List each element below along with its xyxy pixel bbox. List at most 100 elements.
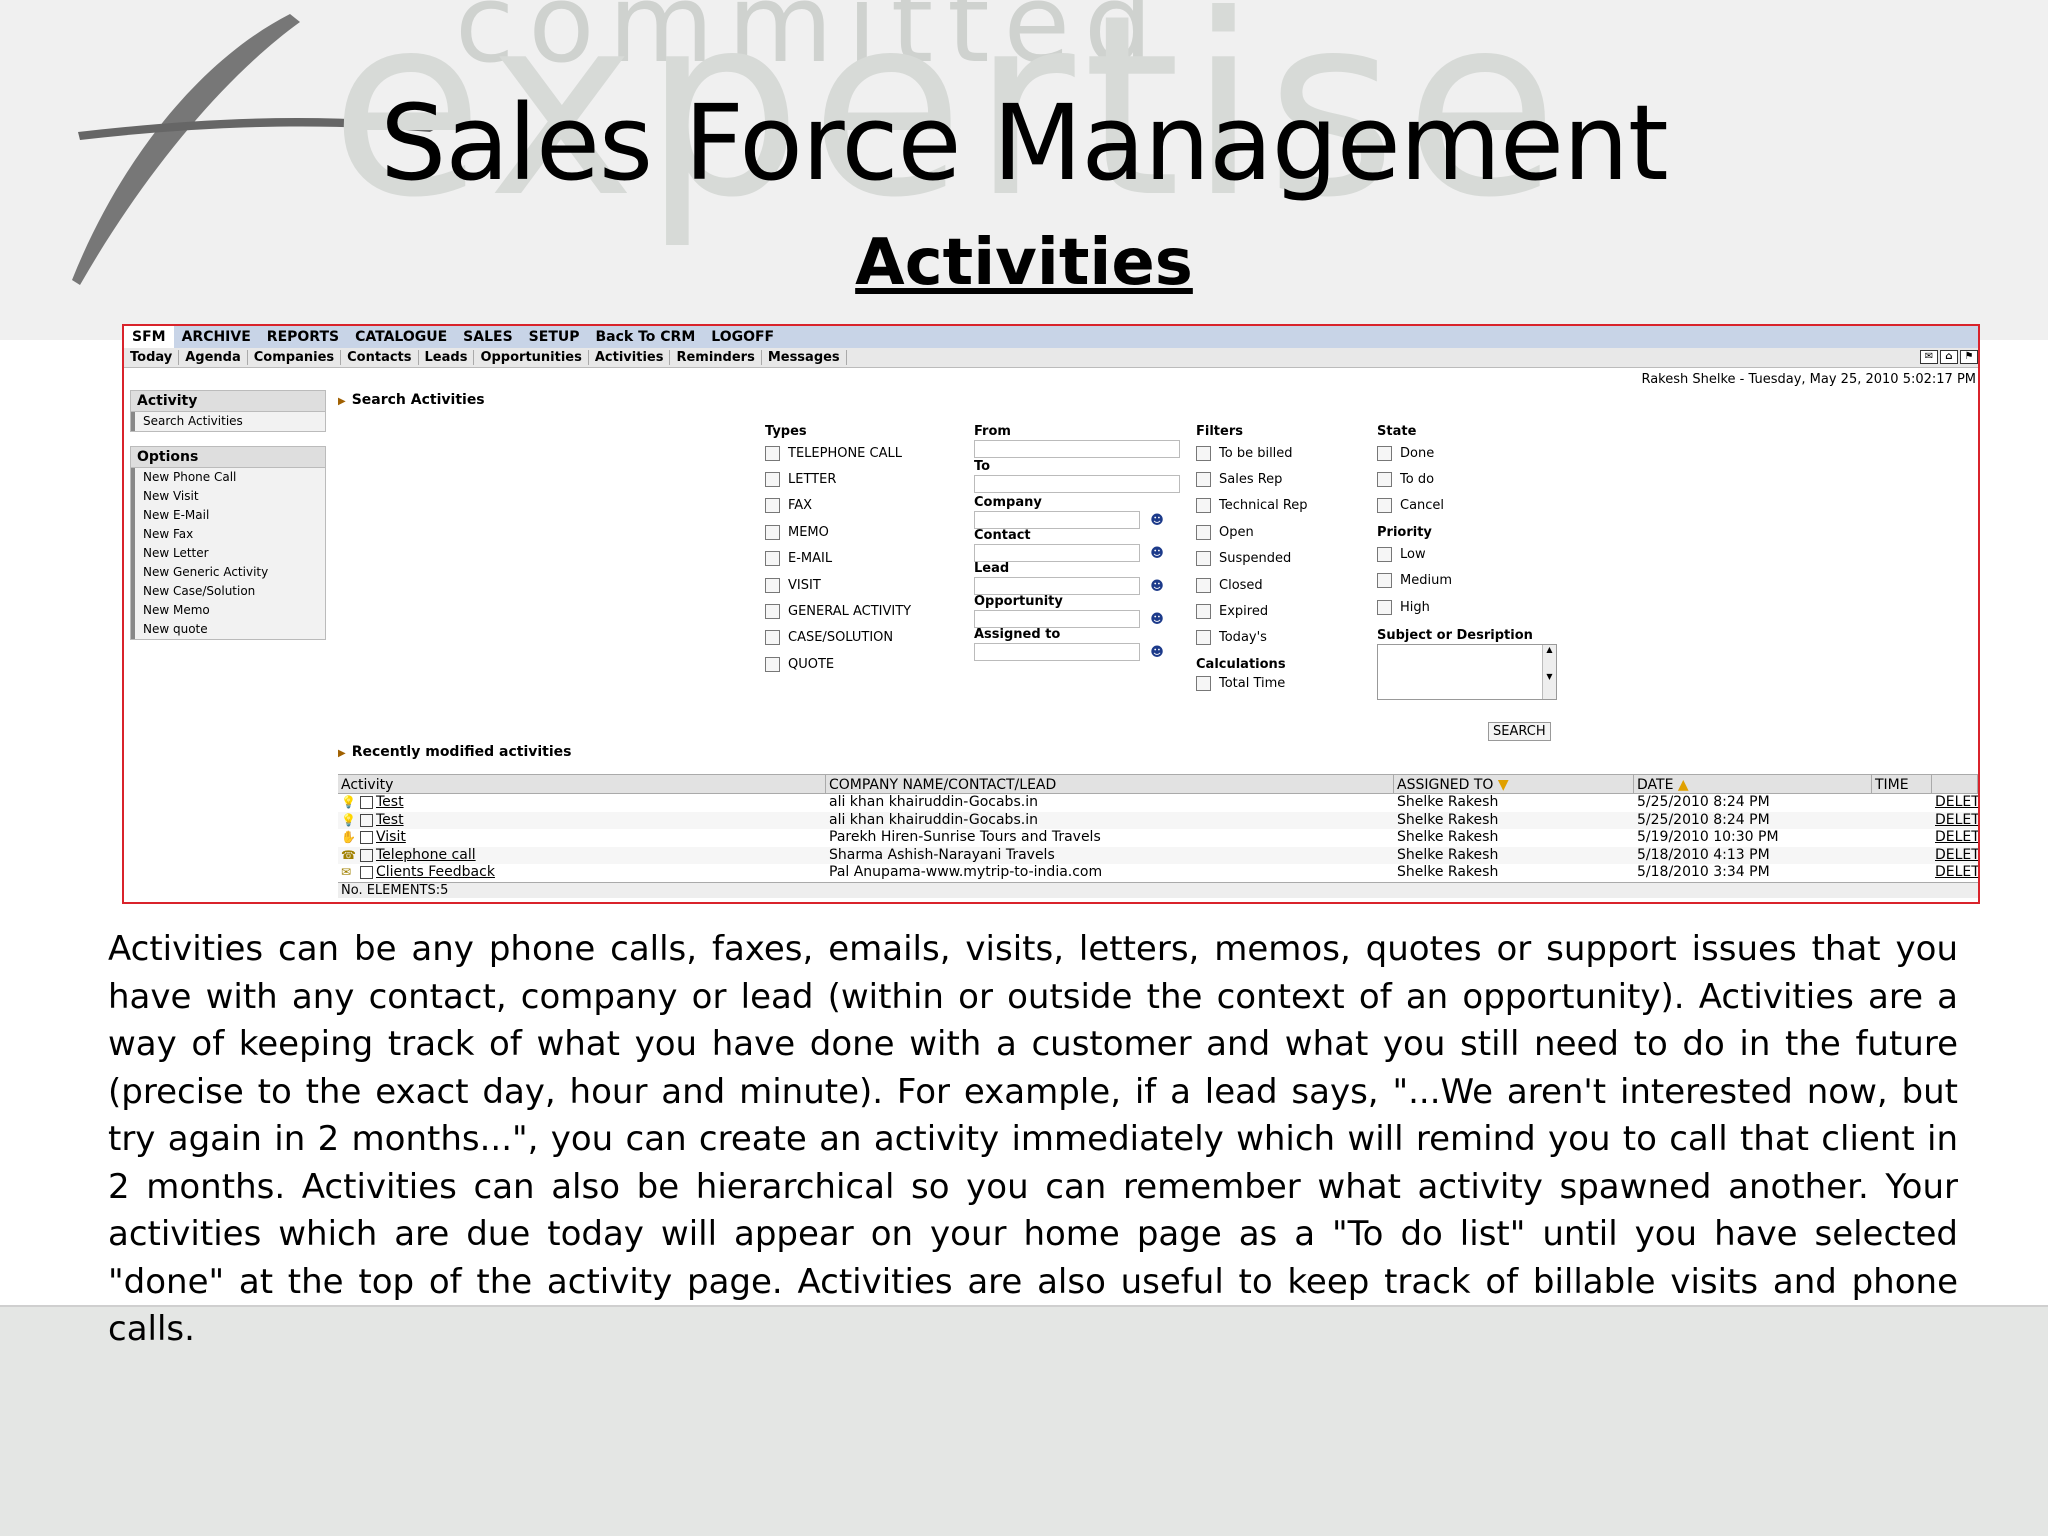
menu-archive[interactable]: ARCHIVE	[174, 329, 259, 345]
search-activities-heading[interactable]: Search Activities	[338, 392, 485, 408]
col-date[interactable]: DATE ▲	[1634, 775, 1872, 793]
from-date-input[interactable]	[974, 440, 1180, 458]
sidebar-item-new-case-solution[interactable]: New Case/Solution	[131, 582, 325, 601]
person-picker-icon[interactable]: ☻	[1150, 512, 1164, 528]
activity-link[interactable]: Test	[376, 812, 404, 830]
checkbox[interactable]	[1196, 524, 1211, 540]
sidebar-item-new-phone-call[interactable]: New Phone Call	[131, 468, 325, 487]
checkbox[interactable]	[1377, 546, 1392, 562]
delete-link[interactable]: DELETE	[1932, 794, 1978, 812]
search-button[interactable]: SEARCH	[1488, 722, 1551, 741]
checkbox[interactable]	[765, 498, 780, 514]
checkbox[interactable]	[1196, 472, 1211, 488]
filter-suspended[interactable]: Suspended	[1196, 546, 1308, 572]
type-email[interactable]: E-MAIL	[765, 546, 911, 572]
checkbox[interactable]	[765, 524, 780, 540]
checkbox[interactable]	[1196, 498, 1211, 514]
activity-link[interactable]: Visit	[376, 829, 406, 847]
contact-input[interactable]	[974, 544, 1140, 562]
textarea-scrollbar[interactable]: ▲ ▼	[1542, 645, 1556, 700]
menu-setup[interactable]: SETUP	[521, 329, 588, 345]
subject-textarea[interactable]: ▲ ▼	[1377, 644, 1557, 701]
type-general-activity[interactable]: GENERAL ACTIVITY	[765, 598, 911, 624]
filter-technical-rep[interactable]: Technical Rep	[1196, 493, 1308, 519]
mail-icon[interactable]: ✉	[1920, 350, 1938, 364]
activity-link[interactable]: Test	[376, 794, 404, 812]
type-visit[interactable]: VISIT	[765, 572, 911, 598]
row-checkbox[interactable]	[360, 848, 373, 862]
to-date-input[interactable]	[974, 475, 1180, 493]
checkbox[interactable]	[1196, 604, 1211, 620]
sidebar-item-new-visit[interactable]: New Visit	[131, 487, 325, 506]
checkbox[interactable]	[1196, 675, 1211, 691]
state-done[interactable]: Done	[1377, 440, 1557, 466]
person-picker-icon[interactable]: ☻	[1150, 578, 1164, 594]
checkbox[interactable]	[1377, 573, 1392, 589]
sidebar-item-new-memo[interactable]: New Memo	[131, 601, 325, 620]
delete-link[interactable]: DELETE	[1932, 864, 1978, 882]
priority-medium[interactable]: Medium	[1377, 568, 1557, 594]
nav-activities[interactable]: Activities	[589, 350, 671, 365]
delete-link[interactable]: DELETE	[1932, 812, 1978, 830]
filter-to-be-billed[interactable]: To be billed	[1196, 440, 1308, 466]
checkbox[interactable]	[1196, 577, 1211, 593]
person-picker-icon[interactable]: ☻	[1150, 644, 1164, 660]
priority-high[interactable]: High	[1377, 594, 1557, 620]
checkbox[interactable]	[1377, 472, 1392, 488]
checkbox[interactable]	[765, 630, 780, 646]
col-time[interactable]: TIME	[1872, 775, 1932, 793]
priority-low[interactable]: Low	[1377, 541, 1557, 567]
nav-leads[interactable]: Leads	[419, 350, 475, 365]
activity-link[interactable]: Clients Feedback	[376, 864, 495, 882]
type-case-solution[interactable]: CASE/SOLUTION	[765, 625, 911, 651]
type-memo[interactable]: MEMO	[765, 519, 911, 545]
person-picker-icon[interactable]: ☻	[1150, 545, 1164, 561]
checkbox[interactable]	[1377, 445, 1392, 461]
type-fax[interactable]: FAX	[765, 493, 911, 519]
type-letter[interactable]: LETTER	[765, 466, 911, 492]
delete-link[interactable]: DELETE	[1932, 829, 1978, 847]
nav-contacts[interactable]: Contacts	[341, 350, 419, 365]
nav-today[interactable]: Today	[124, 350, 180, 365]
checkbox[interactable]	[765, 551, 780, 567]
nav-agenda[interactable]: Agenda	[179, 350, 248, 365]
activity-link[interactable]: Telephone call	[376, 847, 476, 865]
filter-open[interactable]: Open	[1196, 519, 1308, 545]
checkbox[interactable]	[765, 472, 780, 488]
menu-sales[interactable]: SALES	[455, 329, 521, 345]
person-picker-icon[interactable]: ☻	[1150, 611, 1164, 627]
row-checkbox[interactable]	[360, 813, 373, 827]
col-activity[interactable]: Activity	[338, 775, 826, 793]
checkbox[interactable]	[765, 445, 780, 461]
nav-opportunities[interactable]: Opportunities	[474, 350, 589, 365]
recent-activities-heading[interactable]: Recently modified activities	[338, 744, 572, 760]
filter-expired[interactable]: Expired	[1196, 598, 1308, 624]
filter-sales-rep[interactable]: Sales Rep	[1196, 466, 1308, 492]
checkbox[interactable]	[765, 604, 780, 620]
company-input[interactable]	[974, 511, 1140, 529]
flag-icon[interactable]: ⚑	[1960, 350, 1978, 364]
menu-back-to-crm[interactable]: Back To CRM	[588, 329, 704, 345]
menu-logoff[interactable]: LOGOFF	[703, 329, 782, 345]
filter-todays[interactable]: Today's	[1196, 625, 1308, 651]
row-checkbox[interactable]	[360, 831, 373, 845]
sidebar-item-new-generic-activity[interactable]: New Generic Activity	[131, 563, 325, 582]
col-assigned-to[interactable]: ASSIGNED TO ▼	[1394, 775, 1634, 793]
state-cancel[interactable]: Cancel	[1377, 493, 1557, 519]
lead-input[interactable]	[974, 577, 1140, 595]
delete-link[interactable]: DELETE	[1932, 847, 1978, 865]
checkbox[interactable]	[1196, 445, 1211, 461]
assigned-input[interactable]	[974, 643, 1140, 661]
state-to-do[interactable]: To do	[1377, 466, 1557, 492]
sidebar-item-new-letter[interactable]: New Letter	[131, 544, 325, 563]
sidebar-item-search-activities[interactable]: Search Activities	[131, 412, 325, 431]
sort-desc-icon[interactable]: ▼	[1498, 777, 1509, 793]
col-company[interactable]: COMPANY NAME/CONTACT/LEAD	[826, 775, 1394, 793]
menu-reports[interactable]: REPORTS	[259, 329, 347, 345]
checkbox[interactable]	[1377, 498, 1392, 514]
type-telephone-call[interactable]: TELEPHONE CALL	[765, 440, 911, 466]
row-checkbox[interactable]	[360, 866, 373, 880]
nav-messages[interactable]: Messages	[762, 350, 847, 365]
checkbox[interactable]	[1377, 599, 1392, 615]
filter-closed[interactable]: Closed	[1196, 572, 1308, 598]
